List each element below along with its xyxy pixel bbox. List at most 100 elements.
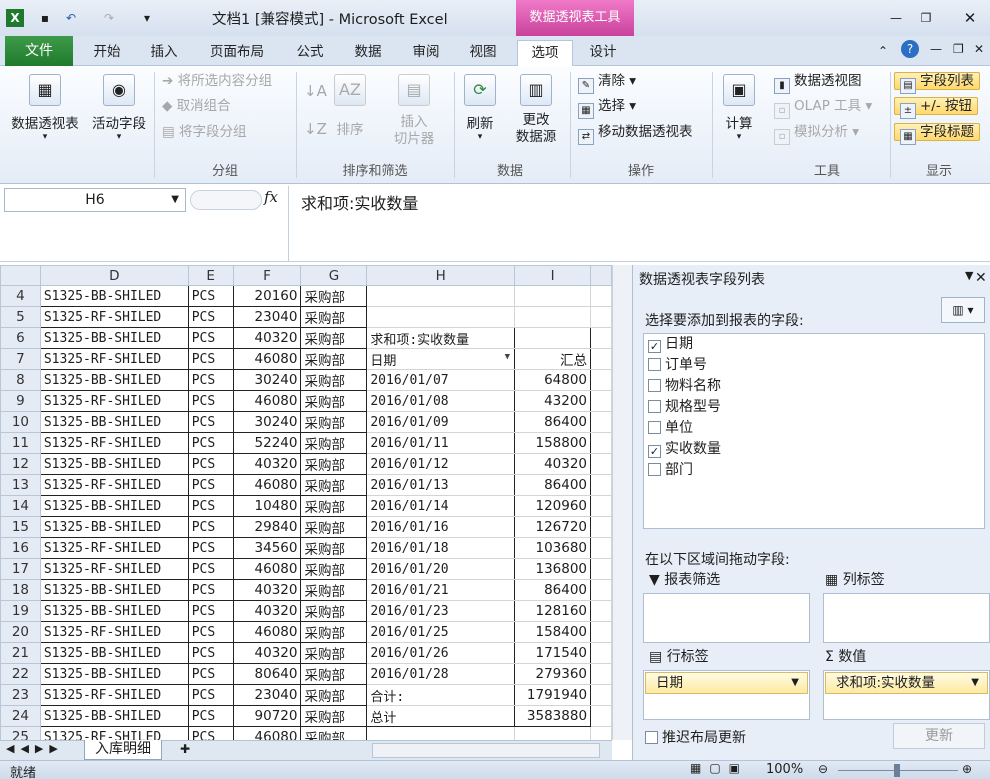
column-header[interactable]: E xyxy=(187,265,234,286)
cell-e[interactable]: PCS xyxy=(187,348,234,370)
cell-g[interactable]: 采购部 xyxy=(300,663,368,685)
cell-x[interactable] xyxy=(590,453,612,475)
cell-g[interactable]: 采购部 xyxy=(300,369,368,391)
field-checkbox-icon[interactable] xyxy=(648,358,661,371)
cell-d[interactable]: S1325-RF-SHILED xyxy=(39,306,189,328)
refresh-button[interactable]: ⟳ 刷新 ▾ xyxy=(458,70,502,142)
cell-e[interactable]: PCS xyxy=(187,474,234,496)
cell-e[interactable]: PCS xyxy=(187,285,234,307)
insert-sheet-icon[interactable]: ✚ xyxy=(180,742,190,756)
cell-g[interactable]: 采购部 xyxy=(300,453,368,475)
update-button[interactable]: 更新 xyxy=(893,723,985,749)
cell-h[interactable]: 2016/01/12 xyxy=(366,453,516,475)
cell-e[interactable]: PCS xyxy=(187,600,234,622)
cell-h[interactable]: 2016/01/25 xyxy=(366,621,516,643)
zoom-slider-thumb[interactable] xyxy=(894,764,900,777)
row-field-chip[interactable]: 日期 ▼ xyxy=(645,672,808,694)
cell-e[interactable]: PCS xyxy=(187,306,234,328)
row-header[interactable]: 17 xyxy=(0,558,41,580)
cell-h[interactable]: 合计: xyxy=(366,684,516,706)
cell-h[interactable]: 2016/01/09 xyxy=(366,411,516,433)
tab-options[interactable]: 选项 xyxy=(517,40,573,67)
cell-h[interactable]: 2016/01/07 xyxy=(366,369,516,391)
row-header[interactable]: 7 xyxy=(0,348,41,370)
cell-i[interactable]: 136800 xyxy=(514,558,592,580)
field-checkbox-icon[interactable] xyxy=(648,421,661,434)
cell-i[interactable]: 40320 xyxy=(514,453,592,475)
cell-g[interactable]: 采购部 xyxy=(300,474,368,496)
row-header[interactable]: 4 xyxy=(0,285,41,307)
sort-asc-icon[interactable]: ↓A xyxy=(304,80,327,102)
zoom-out-icon[interactable]: ⊖ xyxy=(818,762,828,776)
cell-x[interactable] xyxy=(590,306,612,328)
cell-e[interactable]: PCS xyxy=(187,369,234,391)
cell-e[interactable]: PCS xyxy=(187,432,234,454)
what-if-button[interactable]: ▫ 模拟分析 ▾ xyxy=(774,121,859,145)
field-item[interactable]: ✓ 日期 xyxy=(644,334,984,355)
cell-x[interactable] xyxy=(590,705,612,727)
row-header[interactable]: 12 xyxy=(0,453,41,475)
row-header[interactable]: 11 xyxy=(0,432,41,454)
cell-d[interactable]: S1325-RF-SHILED xyxy=(39,474,189,496)
horizontal-scrollbar[interactable] xyxy=(372,743,600,758)
move-pivot-button[interactable]: ⇄ 移动数据透视表 xyxy=(578,121,693,145)
cell-h[interactable]: 2016/01/16 xyxy=(366,516,516,538)
cell-e[interactable]: PCS xyxy=(187,537,234,559)
cell-d[interactable]: S1325-RF-SHILED xyxy=(39,558,189,580)
formula-input[interactable]: 求和项:实收数量 xyxy=(288,186,990,262)
cell-e[interactable]: PCS xyxy=(187,684,234,706)
sort-desc-icon[interactable]: ↓Z xyxy=(304,118,327,140)
column-header[interactable]: I xyxy=(514,265,592,286)
formula-splitter[interactable] xyxy=(190,190,262,210)
tab-review[interactable]: 审阅 xyxy=(408,40,444,66)
cell-f[interactable]: 40320 xyxy=(232,327,302,349)
vertical-scrollbar[interactable] xyxy=(612,265,632,740)
cell-i[interactable]: 158400 xyxy=(514,621,592,643)
cell-i[interactable]: 86400 xyxy=(514,411,592,433)
cell-i[interactable]: 64800 xyxy=(514,369,592,391)
field-item[interactable]: 规格型号 xyxy=(644,397,984,418)
row-header[interactable]: 6 xyxy=(0,327,41,349)
cell-f[interactable]: 23040 xyxy=(232,306,302,328)
cell-d[interactable]: S1325-BB-SHILED xyxy=(39,453,189,475)
cell-i[interactable]: 86400 xyxy=(514,474,592,496)
cell-h[interactable]: 2016/01/23 xyxy=(366,600,516,622)
cell-i[interactable] xyxy=(514,285,592,307)
cell-d[interactable]: S1325-BB-SHILED xyxy=(39,600,189,622)
cell-d[interactable]: S1325-RF-SHILED xyxy=(39,348,189,370)
panel-menu-icon[interactable]: ▼ xyxy=(965,269,973,282)
field-checkbox-icon[interactable]: ✓ xyxy=(648,340,661,353)
cell-d[interactable]: S1325-RF-SHILED xyxy=(39,432,189,454)
cell-x[interactable] xyxy=(590,432,612,454)
cell-g[interactable]: 采购部 xyxy=(300,558,368,580)
tab-insert[interactable]: 插入 xyxy=(145,40,183,66)
cell-d[interactable]: S1325-RF-SHILED xyxy=(39,537,189,559)
save-icon[interactable]: ▪ xyxy=(36,9,54,27)
layout-options-button[interactable]: ▥ ▾ xyxy=(941,297,985,323)
cell-h[interactable]: 2016/01/08 xyxy=(366,390,516,412)
row-header[interactable]: 23 xyxy=(0,684,41,706)
field-item[interactable]: 单位 xyxy=(644,418,984,439)
row-header[interactable]: 16 xyxy=(0,537,41,559)
cell-g[interactable]: 采购部 xyxy=(300,726,368,740)
cell-x[interactable] xyxy=(590,726,612,740)
cell-x[interactable] xyxy=(590,684,612,706)
cell-d[interactable]: S1325-RF-SHILED xyxy=(39,390,189,412)
tab-formulas[interactable]: 公式 xyxy=(292,40,328,66)
expand-buttons-toggle[interactable]: ± +/- 按钮 xyxy=(894,95,979,119)
olap-tools-button[interactable]: ▫ OLAP 工具 ▾ xyxy=(774,95,872,119)
cell-g[interactable]: 采购部 xyxy=(300,537,368,559)
zoom-in-icon[interactable]: ⊕ xyxy=(962,762,972,776)
row-header[interactable]: 21 xyxy=(0,642,41,664)
field-list-toggle[interactable]: ▤ 字段列表 xyxy=(894,70,980,94)
cell-i[interactable]: 43200 xyxy=(514,390,592,412)
field-headers-toggle[interactable]: ▦ 字段标题 xyxy=(894,121,980,145)
cell-h[interactable]: 总计 xyxy=(366,705,516,727)
cell-f[interactable]: 20160 xyxy=(232,285,302,307)
doc-minimize-icon[interactable]: — xyxy=(930,42,942,56)
sheet-nav-icons[interactable]: ◀◀▶▶ xyxy=(6,742,64,755)
column-header[interactable]: D xyxy=(39,265,189,286)
cell-f[interactable]: 40320 xyxy=(232,600,302,622)
cell-d[interactable]: S1325-BB-SHILED xyxy=(39,369,189,391)
cell-x[interactable] xyxy=(590,495,612,517)
